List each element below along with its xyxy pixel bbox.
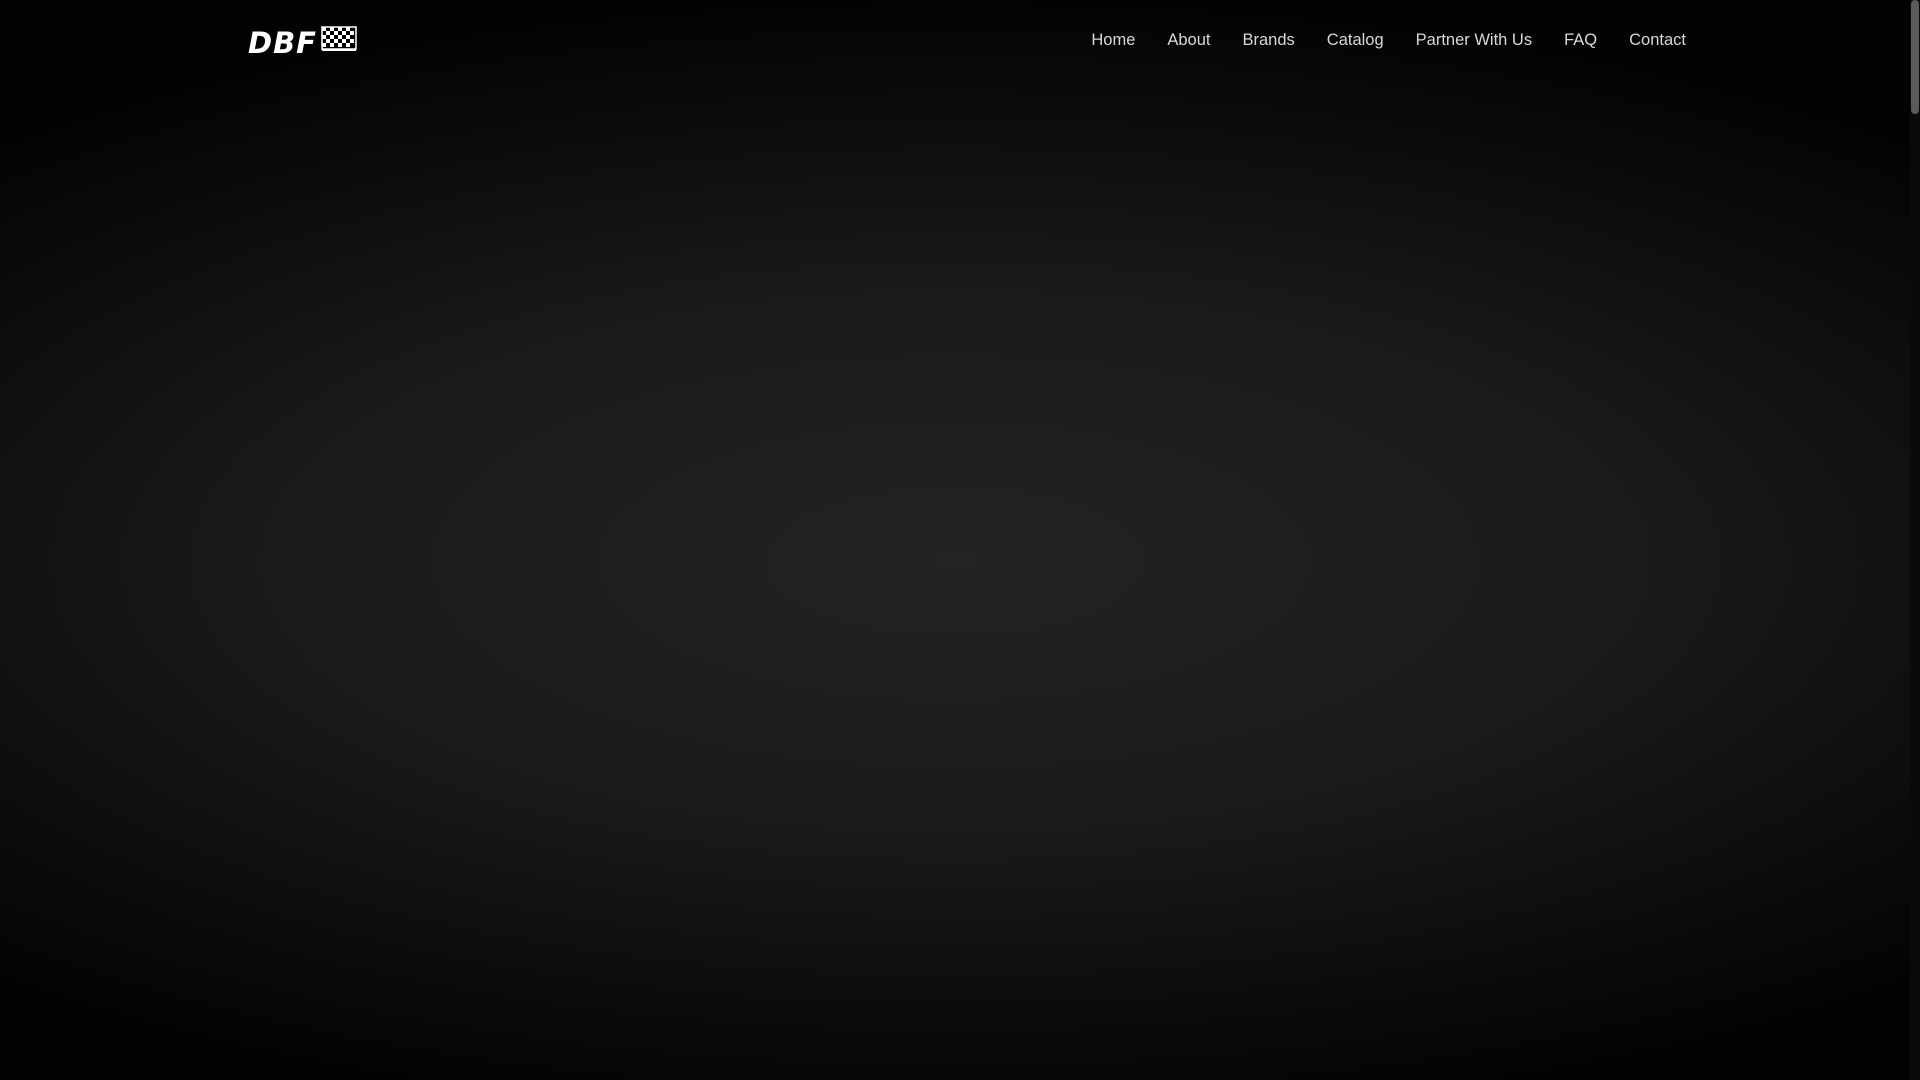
site-header: DBF Home About Brands Catalog Partner Wi… <box>0 0 1910 80</box>
hero-background: DBF Home About Brands Catalog Partner Wi… <box>0 0 1910 1080</box>
nav-about[interactable]: About <box>1151 0 1226 80</box>
nav-partner-with-us[interactable]: Partner With Us <box>1400 0 1548 80</box>
scrollbar-thumb[interactable] <box>1911 0 1919 114</box>
nav-contact[interactable]: Contact <box>1613 0 1686 80</box>
logo-text: DBF <box>248 26 317 56</box>
nav-home[interactable]: Home <box>1075 0 1151 80</box>
brand-logo: DBF <box>248 26 357 56</box>
nav-catalog[interactable]: Catalog <box>1311 0 1400 80</box>
vertical-scrollbar[interactable] <box>1910 0 1920 1080</box>
nav-faq[interactable]: FAQ <box>1548 0 1613 80</box>
checkered-flag-icon <box>321 26 357 51</box>
main-nav: Home About Brands Catalog Partner With U… <box>1075 0 1686 80</box>
nav-brands[interactable]: Brands <box>1227 0 1311 80</box>
